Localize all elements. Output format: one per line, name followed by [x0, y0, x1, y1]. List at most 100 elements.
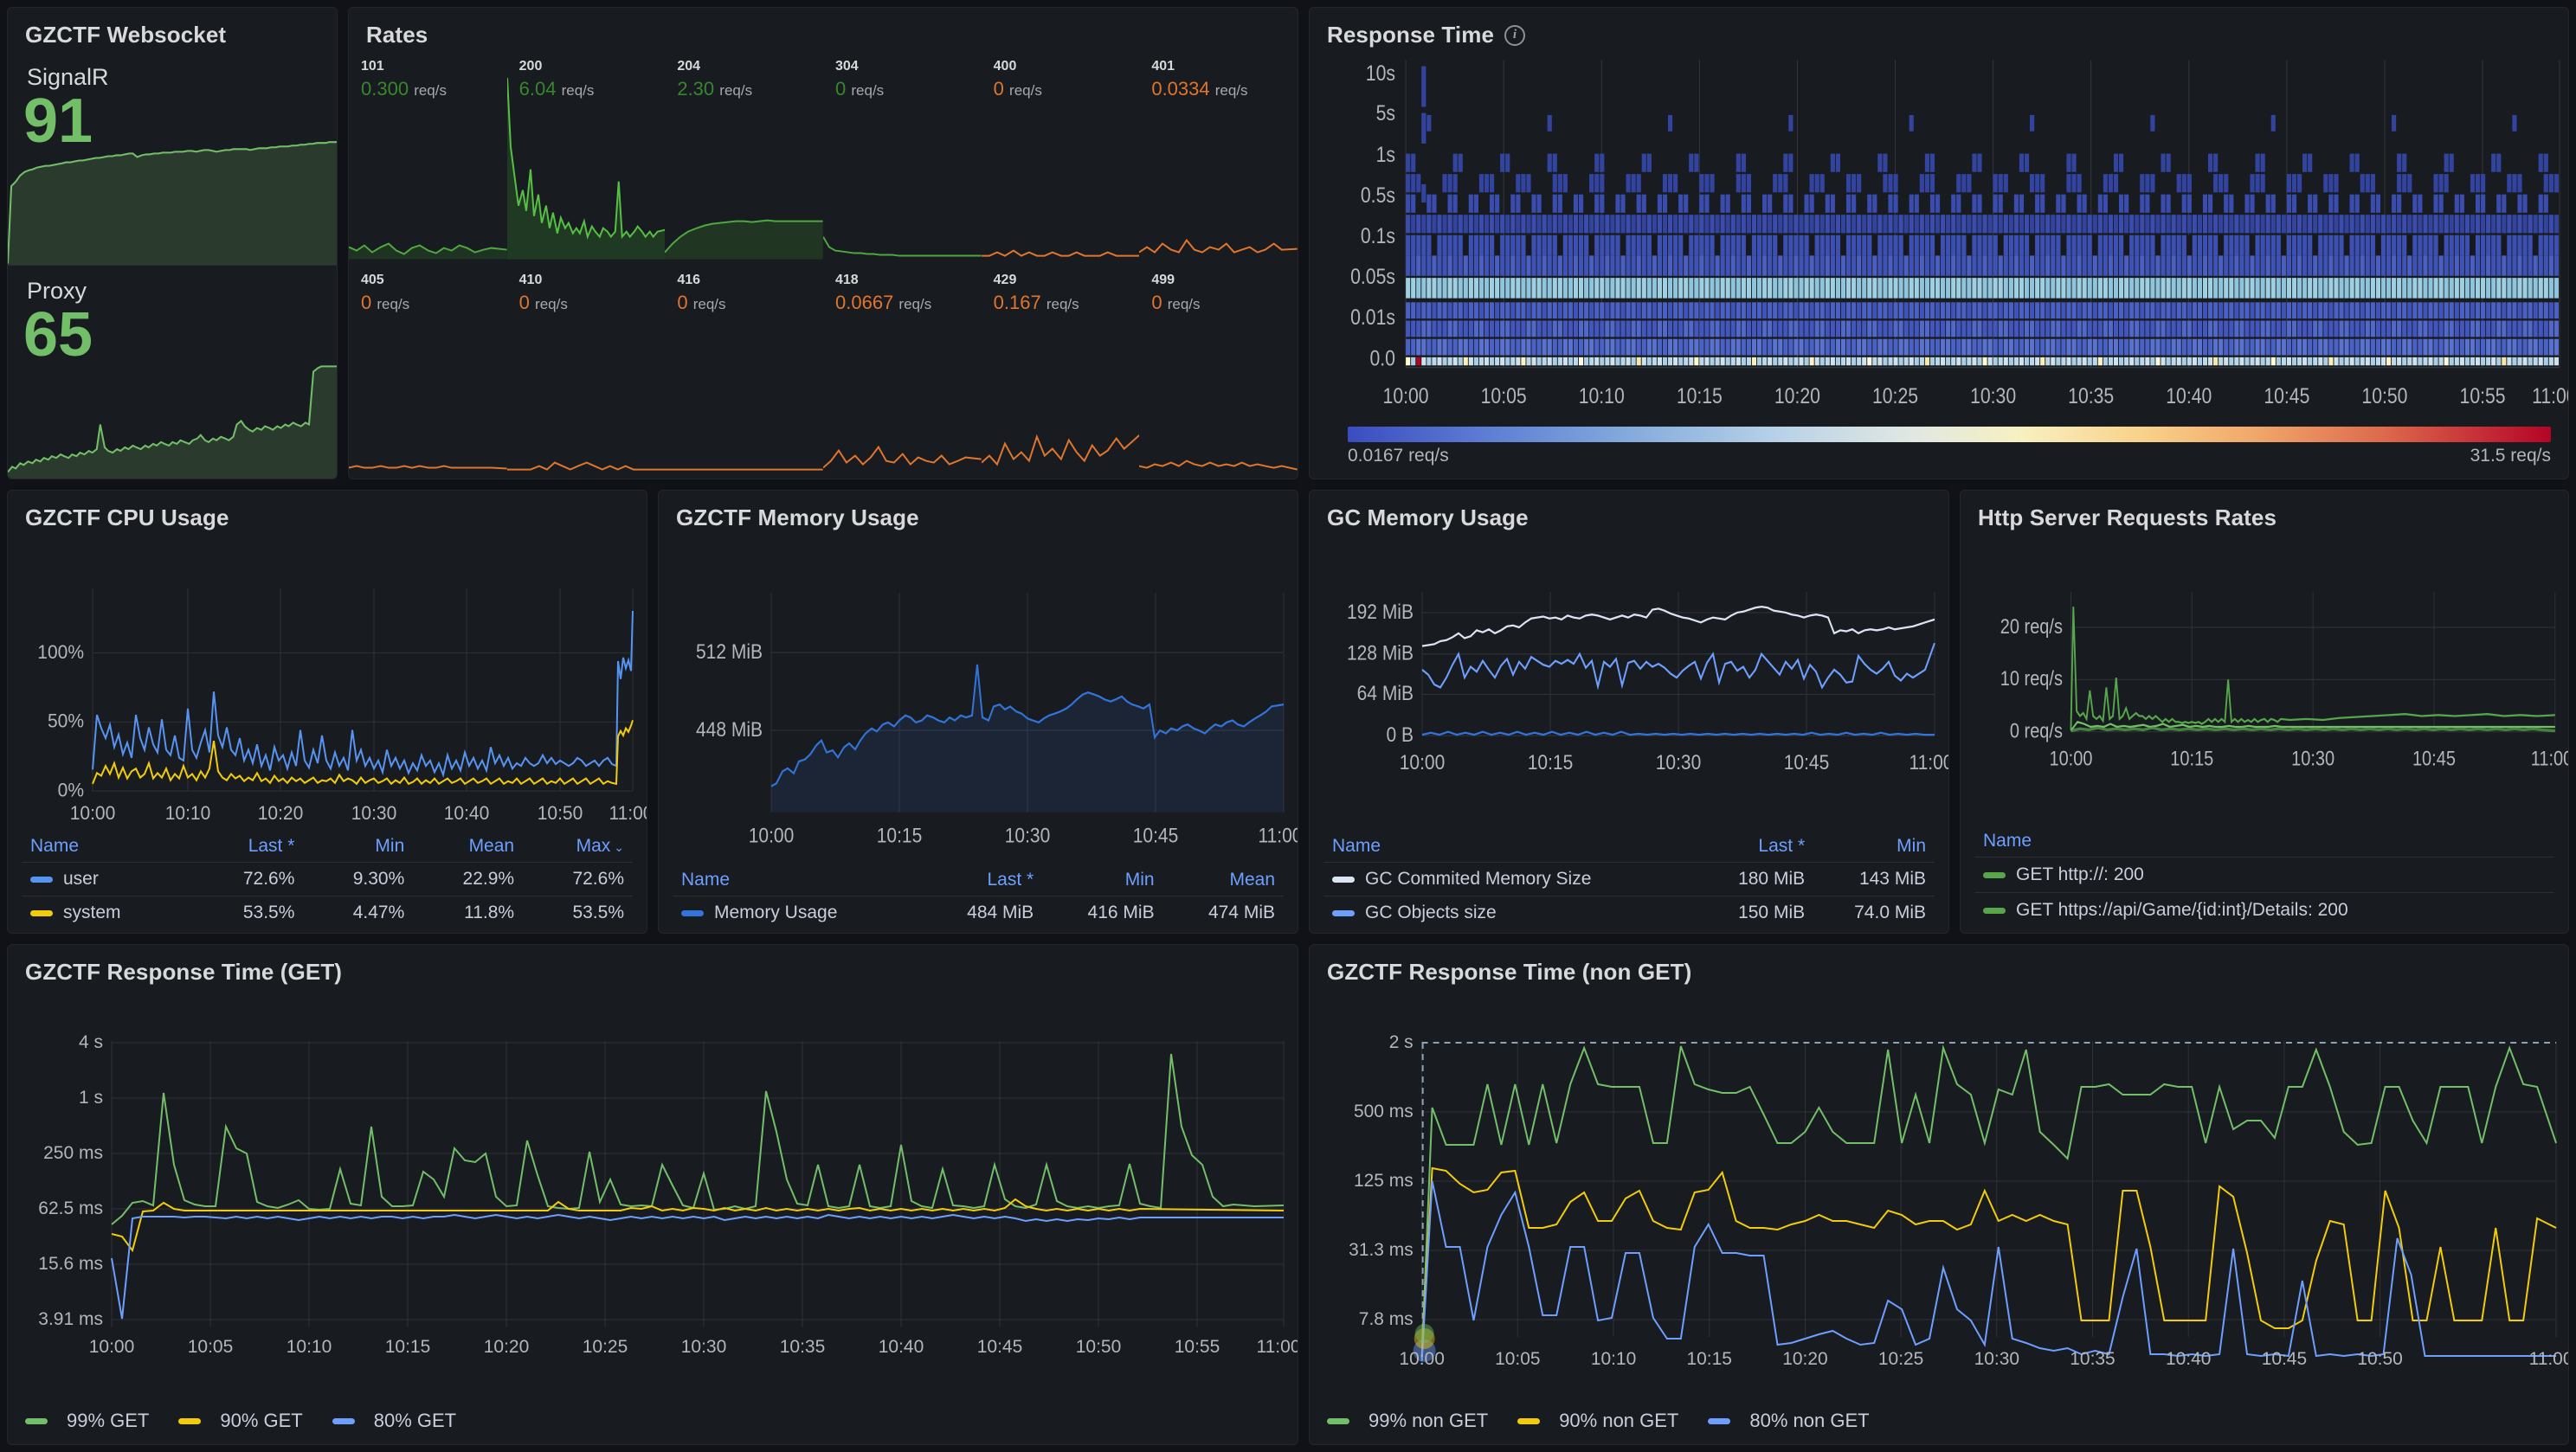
panel-title-text: GZCTF Memory Usage	[676, 504, 919, 531]
rt-get-chart[interactable]: 4 s 1 s 250 ms 62.5 ms 15.6 ms 3.91 ms 1…	[8, 989, 1298, 1404]
rt-get-legend[interactable]: 99% GET 90% GET 80% GET	[8, 1404, 1298, 1444]
list-item[interactable]: GET http://: 200	[1974, 857, 2554, 892]
legend-item-99-non-get[interactable]: 99% non GET	[1327, 1410, 1488, 1432]
stat-proxy[interactable]: Proxy 65	[8, 265, 337, 479]
svg-text:10:30: 10:30	[1005, 823, 1051, 847]
panel-response-time-get[interactable]: GZCTF Response Time (GET) 4 s 1 s 250 ms…	[7, 944, 1298, 1445]
rate-value: 0.0667 req/s	[835, 291, 932, 313]
svg-text:10:20: 10:20	[258, 803, 304, 824]
legend-col-last[interactable]: Last *	[922, 864, 1042, 896]
rt-non-get-legend[interactable]: 99% non GET 90% non GET 80% non GET	[1310, 1404, 2568, 1444]
panel-gzctf-memory-usage[interactable]: GZCTF Memory Usage 512 MiB 448 MiB 10:00…	[658, 490, 1298, 934]
rate-cell-405[interactable]: 405 0 req/s	[349, 266, 507, 479]
rate-value: 0 req/s	[993, 78, 1042, 100]
legend-col-max[interactable]: Max ⌄	[523, 831, 633, 863]
heatmap-body[interactable]: 10s 5s 1s 0.5s 0.1s 0.05s 0.01s 0.0 10:0…	[1310, 52, 2568, 423]
svg-text:10:10: 10:10	[1591, 1349, 1636, 1369]
rate-cell-401[interactable]: 401 0.0334 req/s	[1139, 52, 1298, 266]
sort-chevron-down-icon: ⌄	[614, 840, 624, 854]
svg-text:512 MiB: 512 MiB	[696, 639, 763, 664]
svg-text:0.0: 0.0	[1369, 346, 1394, 370]
svg-text:10:15: 10:15	[1528, 751, 1574, 774]
panel-gc-memory-usage[interactable]: GC Memory Usage 192 MiB 128 MiB 64 MiB 0…	[1309, 490, 1949, 934]
legend-item-90-get[interactable]: 90% GET	[178, 1410, 303, 1432]
stat-signalr[interactable]: SignalR 91	[8, 52, 337, 266]
memory-chart[interactable]: 512 MiB 448 MiB 10:00 10:15 10:30 10:45 …	[659, 535, 1298, 864]
table-row[interactable]: user 72.6% 9.30% 22.9% 72.6%	[22, 862, 633, 896]
svg-text:10:00: 10:00	[749, 823, 795, 847]
svg-text:10:00: 10:00	[70, 803, 116, 824]
panel-title-text: GZCTF Websocket	[25, 22, 227, 48]
panel-title-rt-non-get: GZCTF Response Time (non GET)	[1310, 945, 2568, 989]
panel-rates[interactable]: Rates 101 0.300 req/s 200 6.04 req/s 204…	[348, 7, 1298, 480]
rate-cell-204[interactable]: 204 2.30 req/s	[665, 52, 823, 266]
svg-text:31.3 ms: 31.3 ms	[1349, 1240, 1413, 1260]
panel-http-server-requests-rates[interactable]: Http Server Requests Rates 20 req/s 10 r…	[1960, 490, 2569, 934]
rate-cell-101[interactable]: 101 0.300 req/s	[349, 52, 507, 266]
series-color-swatch	[1708, 1417, 1731, 1424]
svg-text:10:05: 10:05	[1481, 383, 1527, 408]
svg-text:10:20: 10:20	[1782, 1349, 1827, 1369]
rates-grid: 101 0.300 req/s 200 6.04 req/s 204 2.30 …	[349, 52, 1298, 479]
svg-text:10:45: 10:45	[2264, 383, 2309, 408]
info-icon[interactable]: i	[1504, 24, 1525, 46]
websocket-body: SignalR 91 Proxy 65	[8, 52, 337, 479]
rate-cell-429[interactable]: 429 0.167 req/s	[981, 266, 1140, 479]
svg-text:11:00: 11:00	[1909, 751, 1948, 774]
legend-item-80-get[interactable]: 80% GET	[332, 1410, 456, 1432]
legend-series-name: system	[22, 896, 194, 929]
rate-cell-418[interactable]: 418 0.0667 req/s	[823, 266, 982, 479]
legend-item-90-non-get[interactable]: 90% non GET	[1517, 1410, 1678, 1432]
rate-cell-499[interactable]: 499 0 req/s	[1139, 266, 1298, 479]
rate-code: 204	[677, 59, 701, 74]
legend-series-name: GET https://api/Game/{id:int}/Details: 2…	[2016, 900, 2348, 920]
panel-title-response-time: Response Time i	[1310, 8, 2568, 52]
series-color-swatch	[30, 909, 53, 916]
rt-non-get-chart[interactable]: 2 s 500 ms 125 ms 31.3 ms 7.8 ms 10:00 1…	[1310, 989, 2568, 1404]
rate-code: 101	[361, 59, 384, 74]
svg-text:10:30: 10:30	[1656, 751, 1702, 774]
cpu-legend-table[interactable]: Name Last * Min Mean Max ⌄ user 72.6% 9.3…	[8, 831, 647, 933]
panel-gzctf-cpu-usage[interactable]: GZCTF CPU Usage 100% 50% 0% 10:00 10:10 …	[7, 490, 647, 934]
legend-header-row: Name Last * Min Mean	[673, 864, 1284, 896]
panel-response-time-non-get[interactable]: GZCTF Response Time (non GET) 2 s 500 ms…	[1309, 944, 2569, 1445]
legend-col-name[interactable]: Name	[673, 864, 922, 896]
svg-text:10:30: 10:30	[1970, 383, 2016, 408]
list-item[interactable]: GET https://api/Game/{id:int}/Details: 2…	[1974, 892, 2554, 928]
table-row[interactable]: GC Objects size 150 MiB 74.0 MiB	[1323, 896, 1935, 929]
panel-response-time-heatmap[interactable]: Response Time i 10s 5s 1s 0.5s 0.1s 0.05…	[1309, 7, 2569, 480]
legend-series-name: GC Objects size	[1323, 896, 1700, 929]
panel-title-rates: Rates	[349, 8, 1298, 52]
svg-text:10:00: 10:00	[1399, 1349, 1444, 1369]
svg-text:0 req/s: 0 req/s	[2010, 719, 2063, 742]
http-requests-chart[interactable]: 20 req/s 10 req/s 0 req/s 10:00 10:15 10…	[1961, 535, 2568, 860]
rate-cell-410[interactable]: 410 0 req/s	[506, 266, 666, 479]
rate-cell-200[interactable]: 200 6.04 req/s	[506, 52, 666, 266]
cpu-chart[interactable]: 100% 50% 0% 10:00 10:10 10:20 10:30 10:4…	[8, 535, 647, 831]
legend-col-mean[interactable]: Mean	[413, 831, 523, 863]
svg-text:10s: 10s	[1366, 61, 1395, 85]
legend-col-mean[interactable]: Mean	[1163, 864, 1284, 896]
rate-cell-304[interactable]: 304 0 req/s	[823, 52, 982, 266]
rate-cell-400[interactable]: 400 0 req/s	[981, 52, 1140, 266]
table-row[interactable]: Memory Usage 484 MiB 416 MiB 474 MiB	[673, 896, 1284, 929]
panel-gzctf-websocket[interactable]: GZCTF Websocket SignalR 91 Proxy 65	[7, 7, 338, 480]
table-row[interactable]: system 53.5% 4.47% 11.8% 53.5%	[22, 896, 633, 929]
svg-text:10:30: 10:30	[681, 1337, 727, 1357]
legend-col-min[interactable]: Min	[303, 831, 413, 863]
legend-item-80-non-get[interactable]: 80% non GET	[1708, 1410, 1870, 1432]
memory-legend-table[interactable]: Name Last * Min Mean Memory Usage 484 Mi…	[659, 864, 1298, 933]
cpu-series-system	[92, 720, 634, 786]
legend-col-last[interactable]: Last *	[194, 831, 304, 863]
rate-code: 410	[518, 272, 543, 287]
legend-col-name[interactable]: Name	[22, 831, 194, 863]
legend-col-min[interactable]: Min	[1042, 864, 1162, 896]
rate-cell-416[interactable]: 416 0 req/s	[665, 266, 823, 479]
gc-memory-chart[interactable]: 192 MiB 128 MiB 64 MiB 0 B 10:00 10:15 1…	[1310, 535, 1948, 860]
cell-last: 180 MiB	[1699, 862, 1814, 896]
table-row[interactable]: GC Commited Memory Size 180 MiB 143 MiB	[1323, 862, 1935, 896]
legend-item-99-get[interactable]: 99% GET	[25, 1410, 149, 1432]
series-color-swatch	[30, 876, 53, 883]
svg-text:10:15: 10:15	[2170, 747, 2213, 770]
svg-text:250 ms: 250 ms	[43, 1143, 103, 1163]
